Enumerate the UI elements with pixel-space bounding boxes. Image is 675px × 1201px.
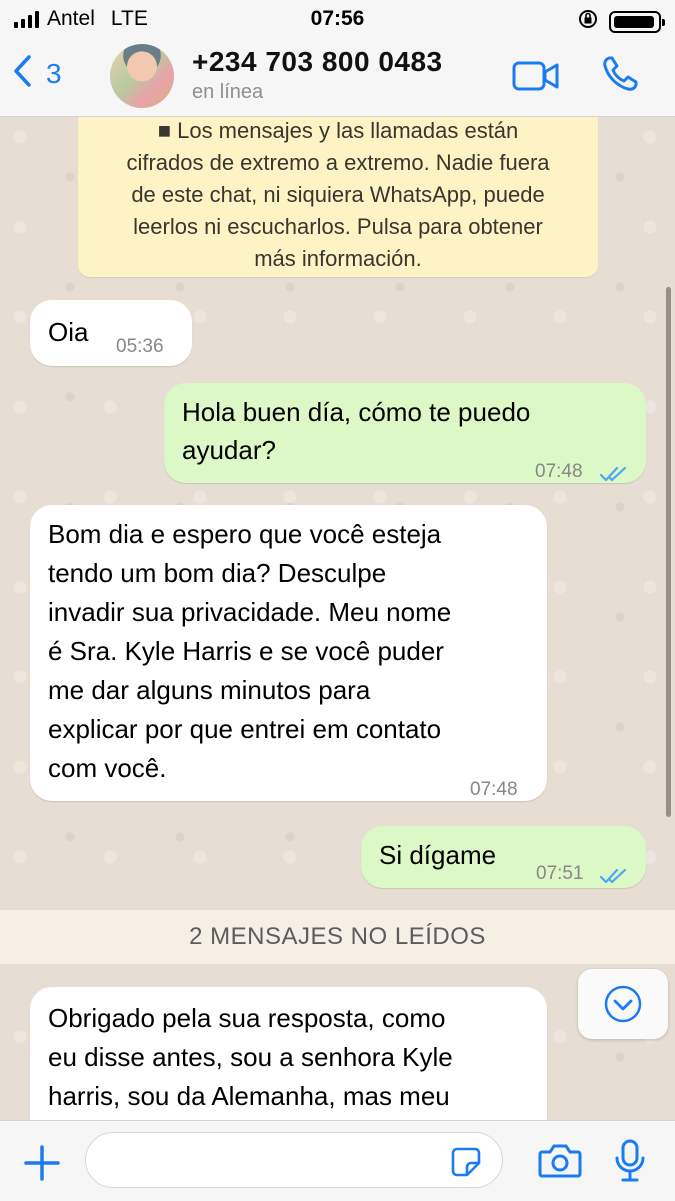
message-text: tendo um bom dia? Desculpe [48,558,387,588]
clock: 07:56 [310,7,365,30]
message-text: invadir sua privacidade. Meu nome [48,597,452,627]
orientation-lock-icon [577,8,599,36]
outgoing-message[interactable]: Hola buen día, cómo te puedo ayudar? 07:… [164,383,646,483]
contact-avatar[interactable] [110,44,174,108]
outgoing-message[interactable]: Si dígame 07:51 [361,826,646,888]
message-text: explicar por que entrei em contato [48,714,442,744]
message-time: 05:36 [116,336,164,357]
status-bar: Antel LTE 07:56 [0,0,675,36]
chat-area[interactable]: ■ Los mensajes y las llamadas están cifr… [0,117,675,1120]
incoming-message[interactable]: Obrigado pela sua resposta, como eu diss… [30,987,547,1120]
message-text: harris, sou da Alemanha, mas meu [48,1081,450,1111]
read-receipt-icon [599,455,629,493]
contact-status: en línea [192,81,264,103]
incoming-message[interactable]: Bom dia e espero que você esteja tendo u… [30,505,547,801]
microphone-icon[interactable] [614,1139,646,1188]
message-text: Bom dia e espero que você esteja [48,519,442,549]
notice-line: cifrados de extremo a extremo. Nadie fue… [126,150,550,175]
message-time: 07:48 [470,779,518,800]
camera-icon[interactable] [538,1143,582,1184]
contact-info[interactable]: +234 703 800 0483 en línea [192,46,443,104]
encryption-notice[interactable]: ■ Los mensajes y las llamadas están cifr… [78,117,598,277]
message-text: me dar alguns minutos para [48,675,371,705]
unread-messages-divider: 2 MENSAJES NO LEÍDOS [0,909,675,965]
message-text: Hola buen día, cómo te puedo [182,397,531,427]
message-text: é Sra. Kyle Harris e se você puder [48,636,444,666]
back-button[interactable]: 3 [12,54,62,93]
video-call-icon[interactable] [512,60,560,97]
message-time: 07:48 [535,461,583,482]
message-text: Si dígame [379,840,497,870]
notice-line: ■ Los mensajes y las llamadas están [157,118,519,143]
chat-scrollbar[interactable] [666,287,671,817]
status-icons [577,8,665,36]
message-input[interactable] [85,1132,503,1188]
message-text: Obrigado pela sua resposta, como [48,1003,446,1033]
message-text: ayudar? [182,435,276,465]
unread-chats-count: 3 [46,57,62,89]
chat-header: 3 +234 703 800 0483 en línea [0,36,675,117]
message-time: 07:51 [536,863,584,884]
scroll-to-bottom-button[interactable] [578,969,668,1039]
read-receipt-icon [599,857,629,895]
message-composer [0,1120,675,1201]
back-chevron-icon [12,54,32,93]
notice-line: de este chat, ni siquiera WhatsApp, pued… [131,182,545,207]
contact-name: +234 703 800 0483 [192,46,443,77]
battery-icon [609,11,665,33]
notice-line: leerlos ni escucharlos. Pulsa para obten… [133,214,543,239]
sticker-icon[interactable] [451,1147,481,1182]
phone-call-icon[interactable] [600,54,640,99]
incoming-message[interactable]: Oia 05:36 [30,300,192,366]
plus-icon[interactable] [22,1143,62,1188]
message-text: Oia [48,317,89,347]
message-text: com você. [48,753,167,783]
notice-line: más información. [254,246,422,271]
message-text: eu disse antes, sou a senhora Kyle [48,1042,453,1072]
